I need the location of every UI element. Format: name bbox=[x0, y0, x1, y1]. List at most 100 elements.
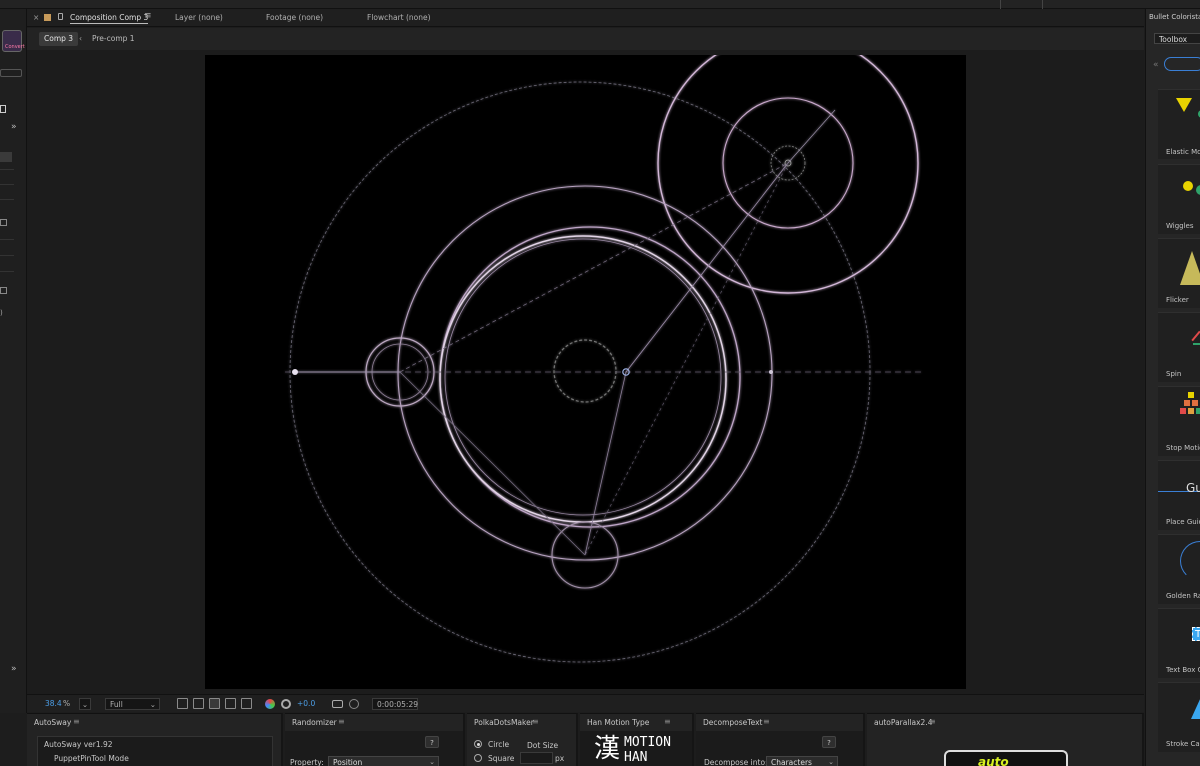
tab-flowchart[interactable]: Flowchart (none) bbox=[367, 13, 431, 22]
han-motion-logo[interactable]: 漢 MOTION HAN bbox=[580, 731, 692, 766]
panel-menu-icon[interactable]: ≡ bbox=[664, 717, 671, 726]
block-icon bbox=[1180, 408, 1186, 414]
connector-line bbox=[399, 162, 789, 373]
guide-glyph: Gu bbox=[1186, 481, 1200, 495]
square-radio[interactable] bbox=[474, 754, 482, 762]
convert-logo-text: Convert bbox=[5, 44, 25, 50]
zoom-value[interactable]: 38.4 bbox=[45, 698, 62, 710]
anchor-point bbox=[292, 369, 298, 375]
panel-menu-icon[interactable]: ≡ bbox=[338, 717, 345, 726]
search-pill[interactable] bbox=[1164, 57, 1200, 71]
block-icon bbox=[1192, 400, 1198, 406]
left-checkbox[interactable] bbox=[0, 219, 7, 226]
breadcrumb-pre-comp-1[interactable]: Pre-comp 1 bbox=[87, 32, 140, 46]
randomizer-panel: Randomizer ≡ ? Property: Position ⌄ bbox=[285, 713, 465, 766]
tool-label-wiggles: Wiggles bbox=[1166, 222, 1194, 230]
expand-panel-icon[interactable]: » bbox=[11, 122, 17, 132]
exposure-value[interactable]: +0.0 bbox=[297, 698, 315, 710]
autoparallax-panel: autoParallax2.4 ≡ auto bbox=[867, 713, 1144, 766]
tool-label-elastic: Elastic Mot bbox=[1166, 148, 1200, 156]
polkadots-panel-title: PolkaDotsMaker bbox=[474, 718, 534, 727]
connector-line bbox=[625, 162, 789, 373]
autoparallax-panel-title: autoParallax2.4 bbox=[874, 718, 933, 727]
randomizer-help-button[interactable]: ? bbox=[425, 736, 439, 748]
middle-ring-2 bbox=[439, 226, 741, 528]
breadcrumb-chevron-icon: ‹ bbox=[79, 34, 82, 43]
middle-ring-4 bbox=[444, 238, 722, 516]
left-paren-glyph: ) bbox=[0, 309, 3, 317]
breadcrumb-comp-3[interactable]: Comp 3 bbox=[39, 32, 79, 46]
chevron-down-icon: ⌄ bbox=[828, 758, 834, 766]
panel-menu-icon[interactable]: ≡ bbox=[73, 717, 80, 726]
left-tool-button[interactable] bbox=[0, 69, 22, 77]
left-list-divider bbox=[0, 255, 14, 256]
resolution-value: Full bbox=[110, 700, 123, 709]
chevron-down-icon: ⌄ bbox=[149, 700, 156, 709]
randomizer-property-select[interactable]: Position ⌄ bbox=[328, 756, 439, 766]
tab-composition[interactable]: Composition Comp 3 bbox=[70, 13, 149, 24]
reset-exposure-icon[interactable] bbox=[281, 699, 291, 709]
top-divider bbox=[1000, 0, 1001, 9]
motion-graphic-artwork bbox=[285, 55, 925, 663]
guides-icon[interactable] bbox=[241, 698, 252, 709]
tool-label-flicker: Flicker bbox=[1166, 296, 1189, 304]
close-tab-icon[interactable]: × bbox=[33, 13, 39, 22]
panel-menu-icon[interactable]: ≡ bbox=[144, 11, 152, 21]
left-list-divider bbox=[0, 271, 14, 272]
left-checkbox[interactable] bbox=[0, 287, 7, 294]
expand-panel-icon[interactable]: » bbox=[11, 664, 17, 674]
composition-panel-header: × Composition Comp 3 ≡ Layer (none) Foot… bbox=[27, 9, 1144, 27]
timecode-display[interactable]: 0:00:05:29 bbox=[372, 698, 418, 710]
composition-canvas[interactable] bbox=[205, 55, 966, 689]
collapse-icon[interactable]: « bbox=[1153, 60, 1159, 70]
zoom-dropdown-chevron-icon[interactable]: ⌄ bbox=[79, 698, 91, 710]
panel-menu-icon[interactable]: ≡ bbox=[532, 717, 539, 726]
dot-size-input[interactable] bbox=[520, 752, 553, 764]
han-logo-line1: MOTION bbox=[624, 735, 671, 750]
decompose-panel: DecomposeText ≡ ? Decompose into: Charac… bbox=[696, 713, 865, 766]
tool-label-stroke-cap: Stroke Cap bbox=[1166, 740, 1200, 748]
decompose-into-select[interactable]: Characters ⌄ bbox=[766, 756, 838, 766]
han-motion-panel: Han Motion Type ≡ 漢 MOTION HAN bbox=[580, 713, 694, 766]
lock-icon[interactable] bbox=[58, 13, 63, 20]
channel-icon[interactable] bbox=[265, 699, 275, 709]
connector-line bbox=[584, 162, 789, 556]
randomizer-content: ? Property: Position ⌄ bbox=[285, 731, 463, 766]
left-tool-icon[interactable] bbox=[0, 105, 6, 113]
randomizer-property-value: Position bbox=[333, 758, 363, 766]
left-list-divider bbox=[0, 184, 14, 185]
left-list-divider bbox=[0, 199, 14, 200]
tab-layer[interactable]: Layer (none) bbox=[175, 13, 223, 22]
block-icon bbox=[1188, 408, 1194, 414]
tool-label-place-guide: Place Guid bbox=[1166, 518, 1200, 526]
panel-menu-icon[interactable]: ≡ bbox=[763, 717, 770, 726]
wiggles-dot-icon bbox=[1196, 185, 1200, 195]
composition-breadcrumb: Comp 3 ‹ Pre-comp 1 bbox=[27, 28, 1144, 50]
fast-preview-icon[interactable] bbox=[177, 698, 188, 709]
toolbox-dropdown[interactable]: Toolbox bbox=[1154, 33, 1200, 44]
tab-footage[interactable]: Footage (none) bbox=[266, 13, 323, 22]
convert-tool-button[interactable]: Convert bbox=[2, 30, 25, 52]
left-list-item[interactable] bbox=[0, 152, 12, 162]
autosway-mode-label[interactable]: PuppetPinTool Mode bbox=[54, 754, 129, 763]
region-of-interest-icon[interactable] bbox=[209, 698, 220, 709]
show-snapshot-icon[interactable] bbox=[349, 699, 359, 709]
chevron-down-icon: ⌄ bbox=[429, 758, 435, 766]
tool-label-stop-motion: Stop Motio bbox=[1166, 444, 1200, 452]
circle-radio[interactable] bbox=[474, 740, 482, 748]
snapshot-camera-icon[interactable] bbox=[332, 700, 343, 708]
block-icon bbox=[1196, 408, 1200, 414]
decompose-help-button[interactable]: ? bbox=[822, 736, 836, 748]
han-logo-glyph: 漢 bbox=[594, 734, 621, 764]
panel-menu-icon[interactable]: ≡ bbox=[929, 717, 936, 726]
resolution-select[interactable]: Full ⌄ bbox=[105, 698, 160, 710]
zoom-unit: % bbox=[63, 699, 71, 708]
connector-line bbox=[399, 371, 586, 556]
composition-color-icon bbox=[44, 14, 51, 21]
anchor-point bbox=[769, 370, 773, 374]
autosway-panel: AutoSway ≡ AutoSway ver1.92 PuppetPinToo… bbox=[27, 713, 283, 766]
transparency-grid-icon[interactable] bbox=[193, 698, 204, 709]
autoparallax-logo[interactable]: auto bbox=[944, 750, 1068, 766]
stroke-cap-icon bbox=[1191, 697, 1200, 719]
mask-visibility-icon[interactable] bbox=[225, 698, 236, 709]
